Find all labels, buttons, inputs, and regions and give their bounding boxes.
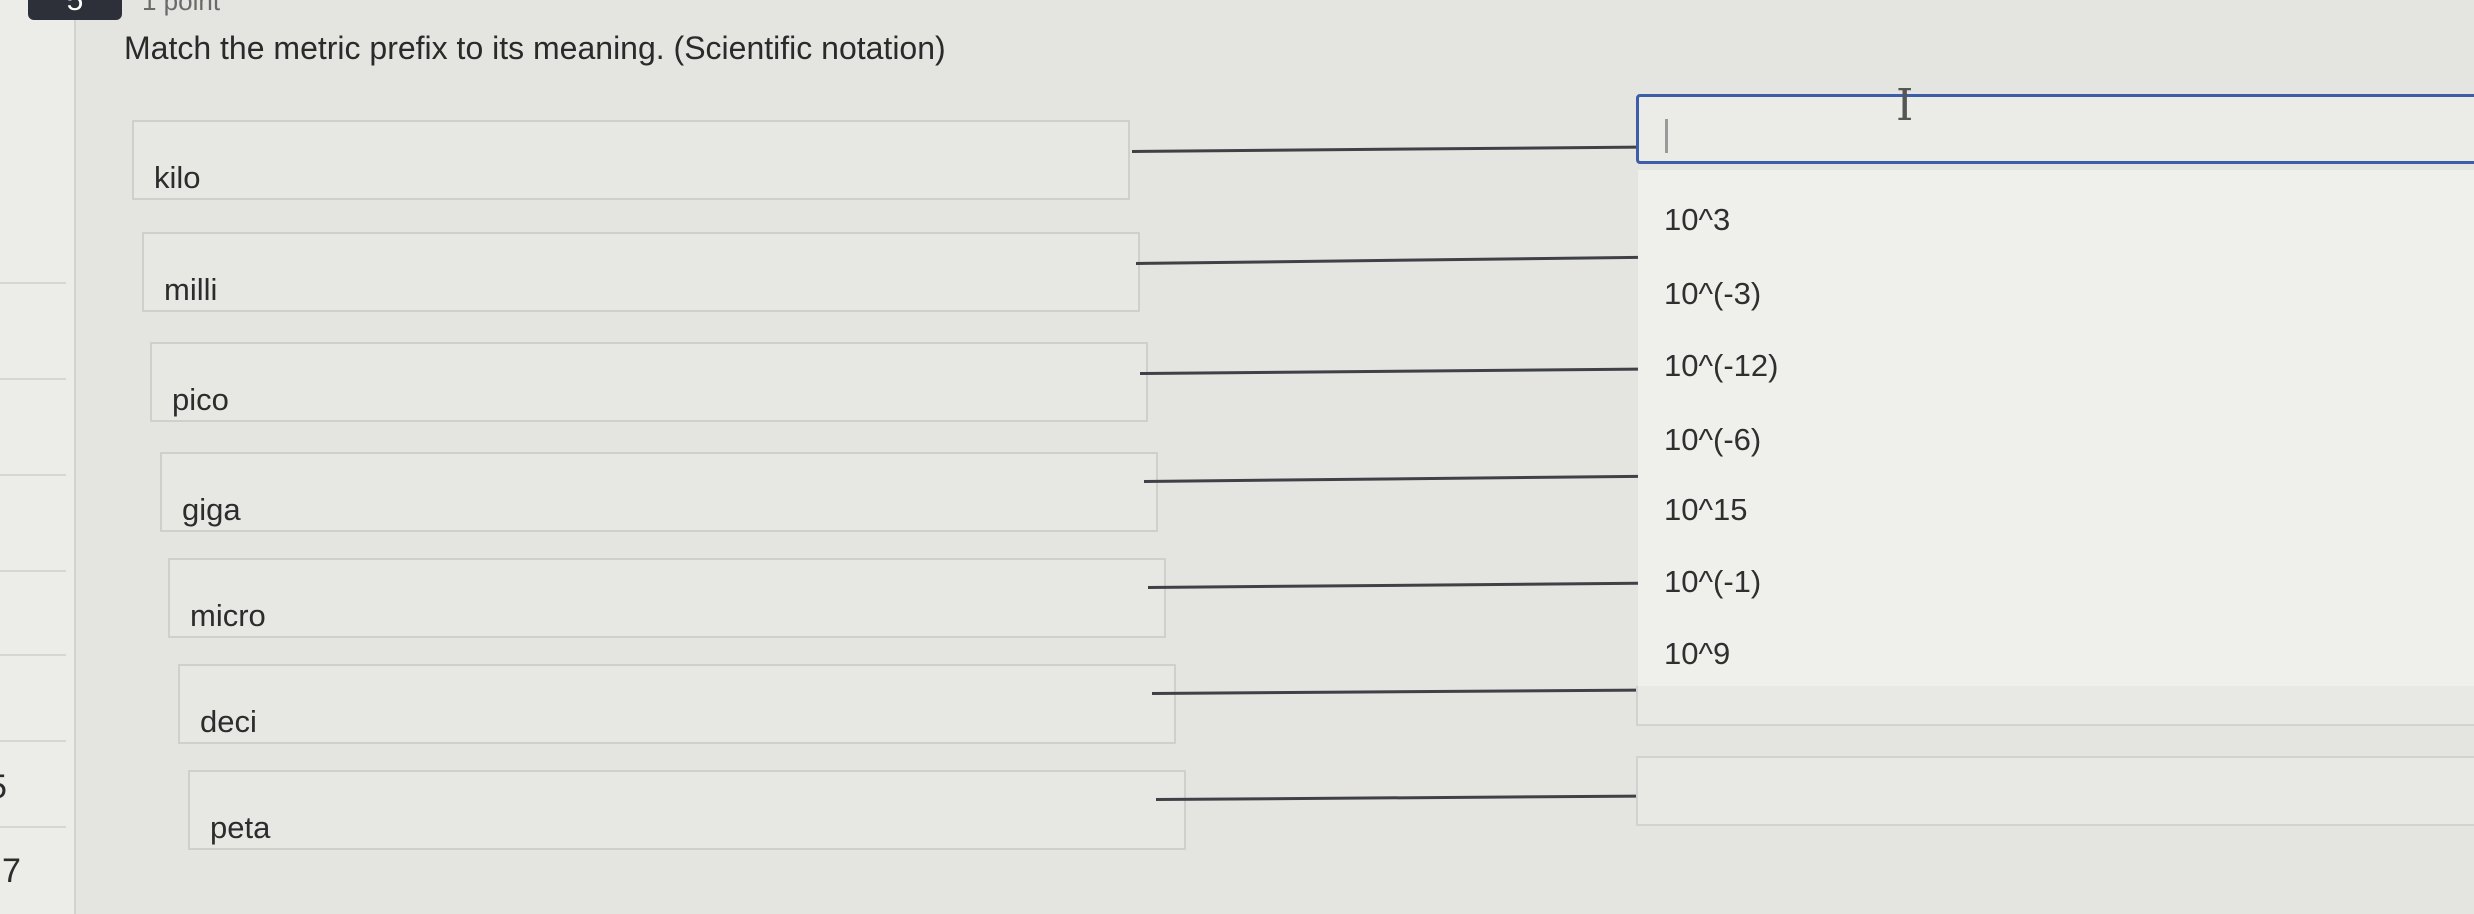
prefix-label: peta	[210, 810, 271, 845]
rail-divider	[0, 654, 66, 656]
rail-divider	[0, 474, 66, 476]
question-text: Match the metric prefix to its meaning. …	[124, 30, 946, 66]
match-connector	[1131, 145, 1638, 153]
prefix-box-giga[interactable]: giga	[160, 452, 1158, 532]
dropdown-option[interactable]: 10^(-1)	[1664, 564, 1761, 600]
answer-box[interactable]	[1636, 686, 2474, 726]
prefix-box-kilo[interactable]: kilo	[132, 120, 1130, 200]
rail-divider	[0, 826, 66, 828]
dropdown-option[interactable]: 10^3	[1664, 202, 1730, 238]
prefix-box-milli[interactable]: milli	[142, 232, 1140, 312]
answer-input[interactable]	[1636, 94, 2474, 164]
text-caret	[1665, 119, 1668, 153]
match-connector	[1151, 688, 1638, 695]
prefix-box-pico[interactable]: pico	[150, 342, 1148, 422]
prefix-label: giga	[182, 492, 241, 527]
answer-box[interactable]	[1636, 756, 2474, 826]
nav-question-number[interactable]: 7	[2, 852, 21, 891]
dropdown-option[interactable]: 10^(-6)	[1664, 422, 1761, 458]
match-connector	[1155, 794, 1638, 801]
prefix-label: pico	[172, 382, 229, 417]
rail-divider	[0, 740, 66, 742]
question-number: 5	[66, 0, 84, 17]
match-connector	[1139, 367, 1638, 375]
prefix-label: milli	[164, 272, 218, 307]
nav-question-number-label: 7	[2, 852, 21, 890]
prefix-label: kilo	[154, 160, 201, 195]
match-connector	[1135, 255, 1638, 265]
question-points: 1 point	[142, 0, 221, 16]
rail-divider	[0, 282, 66, 284]
ibeam-cursor-icon: I	[1896, 80, 1914, 131]
prefix-box-peta[interactable]: peta	[188, 770, 1186, 850]
question-number-badge: 5	[28, 0, 122, 20]
match-connector	[1143, 474, 1638, 483]
rail-divider	[0, 378, 66, 380]
prefix-label: deci	[200, 704, 257, 739]
nav-question-number-label: 5	[0, 768, 7, 806]
dropdown-option[interactable]: 10^15	[1664, 492, 1748, 528]
prefix-box-deci[interactable]: deci	[178, 664, 1176, 744]
dropdown-option[interactable]: 10^9	[1664, 636, 1730, 672]
dropdown-option[interactable]: 10^(-12)	[1664, 348, 1778, 384]
prefix-box-micro[interactable]: micro	[168, 558, 1166, 638]
prefix-label: micro	[190, 598, 266, 633]
nav-question-number[interactable]: 5	[0, 768, 7, 807]
answer-dropdown-list: 10^3 10^(-3) 10^(-12) 10^(-6) 10^15 10^(…	[1638, 170, 2474, 694]
question-nav-rail: 5 7	[0, 0, 76, 914]
match-connector	[1147, 581, 1638, 589]
dropdown-option[interactable]: 10^(-3)	[1664, 276, 1761, 312]
rail-divider	[0, 570, 66, 572]
